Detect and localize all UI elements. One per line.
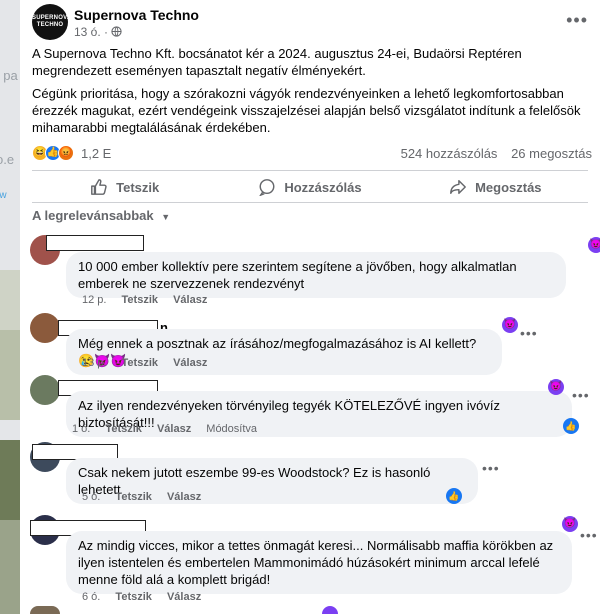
purple-devil-reaction-icon: 😈 bbox=[502, 317, 518, 333]
comment-bubble: 10 000 ember kollektív pere szerintem se… bbox=[66, 252, 566, 298]
comment-item: Az ilyen rendezvényeken törvényileg tegy… bbox=[30, 375, 590, 437]
comment-time[interactable]: 1 ó. bbox=[72, 423, 90, 435]
commenter-avatar[interactable] bbox=[30, 313, 60, 343]
background-text-fragment: o.e bbox=[0, 152, 15, 167]
background-text-fragment: ĭ pa bbox=[0, 68, 18, 83]
post-time-text: 13 ó. · bbox=[74, 25, 112, 39]
comment-meta: 5 ó. Tetszik Válasz bbox=[82, 491, 213, 503]
facebook-post: SUPERNOVA TECHNO Supernova Techno 13 ó. … bbox=[20, 0, 600, 614]
post-paragraph-2: Cégünk prioritása, hogy a szórakozni vág… bbox=[32, 86, 581, 135]
globe-icon bbox=[111, 26, 122, 37]
like-button-label: Tetszik bbox=[116, 179, 160, 195]
comment-sort-label: A legrelevánsabbak bbox=[32, 208, 154, 223]
comment-item: Csak nekem jutott eszembe 99-es Woodstoc… bbox=[30, 442, 590, 506]
comment-like-link[interactable]: Tetszik bbox=[105, 423, 141, 435]
comment-text: Az mindig vicces, mikor a tettes önmagát… bbox=[78, 538, 554, 587]
post-paragraph-1: A Supernova Techno Kft. bocsánatot kér a… bbox=[32, 46, 522, 78]
background-image bbox=[0, 440, 20, 520]
comment-like-link[interactable]: Tetszik bbox=[115, 491, 151, 503]
comment-item: n Még ennek a posztnak az írásához/megfo… bbox=[30, 313, 590, 375]
comment-sort-dropdown[interactable]: A legrelevánsabbak ▼ bbox=[32, 208, 170, 223]
post-header: SUPERNOVA TECHNO Supernova Techno 13 ó. … bbox=[32, 4, 588, 40]
reaction-summary[interactable]: 😆 👍 😡 1,2 E bbox=[32, 144, 111, 162]
like-button[interactable]: Tetszik bbox=[32, 174, 217, 200]
comments-count-link[interactable]: 524 hozzászólás bbox=[401, 146, 498, 161]
comment-bubble: Az mindig vicces, mikor a tettes önmagát… bbox=[66, 531, 572, 594]
comment-more-icon[interactable]: ••• bbox=[520, 325, 538, 341]
comment-reply-link[interactable]: Válasz bbox=[167, 591, 201, 603]
comment-like-link[interactable]: Tetszik bbox=[122, 357, 158, 369]
comment-text: 10 000 ember kollektív pere szerintem se… bbox=[78, 259, 517, 291]
comment-button-label: Hozzászólás bbox=[284, 179, 362, 195]
comment-meta: 13 p. Tetszik Válasz bbox=[82, 357, 219, 369]
background-image bbox=[0, 330, 20, 420]
post-action-bar: Tetszik Hozzászólás Megosztás bbox=[32, 174, 588, 200]
comment-reply-link[interactable]: Válasz bbox=[157, 423, 191, 435]
comment-edited-label: Módosítva bbox=[206, 423, 258, 435]
shares-count-link[interactable]: 26 megosztás bbox=[511, 146, 592, 161]
comment-item: Az mindig vicces, mikor a tettes önmagát… bbox=[30, 515, 597, 610]
comment-time[interactable]: 5 ó. bbox=[82, 491, 100, 503]
background-image bbox=[0, 520, 20, 614]
post-timestamp[interactable]: 13 ó. · bbox=[74, 25, 122, 39]
page-name-link[interactable]: Supernova Techno bbox=[74, 7, 199, 23]
share-button-label: Megosztás bbox=[475, 179, 542, 195]
purple-devil-reaction-icon: 😈 bbox=[562, 516, 578, 532]
comment-more-icon[interactable]: ••• bbox=[482, 460, 500, 476]
comment-like-link[interactable]: Tetszik bbox=[115, 591, 151, 603]
share-arrow-icon bbox=[450, 179, 466, 195]
redacted-name bbox=[46, 235, 144, 251]
comment-button[interactable]: Hozzászólás bbox=[217, 174, 402, 200]
page-avatar[interactable]: SUPERNOVA TECHNO bbox=[32, 4, 71, 40]
comment-more-icon[interactable]: ••• bbox=[580, 527, 598, 543]
commenter-avatar[interactable] bbox=[30, 606, 60, 614]
share-button[interactable]: Megosztás bbox=[403, 174, 588, 200]
background-page-strip: ĭ pa o.e -w bbox=[0, 0, 20, 614]
comment-meta: 1 ó. Tetszik Válasz Módosítva bbox=[72, 423, 269, 435]
purple-devil-reaction-icon: 😈 bbox=[588, 237, 600, 253]
comment-like-link[interactable]: Tetszik bbox=[122, 294, 158, 306]
comment-meta: 12 p. Tetszik Válasz bbox=[82, 294, 219, 306]
comment-time[interactable]: 12 p. bbox=[82, 294, 106, 306]
like-badge-icon: 👍 bbox=[563, 418, 579, 434]
comment-reply-link[interactable]: Válasz bbox=[173, 294, 207, 306]
background-text-fragment: -w bbox=[0, 190, 7, 201]
comment-meta: 6 ó. Tetszik Válasz bbox=[82, 591, 213, 603]
like-badge-icon: 👍 bbox=[446, 488, 462, 504]
commenter-avatar[interactable] bbox=[30, 375, 60, 405]
thumbs-up-icon bbox=[91, 179, 107, 195]
post-stats: 524 hozzászólás 26 megosztás bbox=[391, 146, 592, 161]
background-image bbox=[0, 270, 20, 330]
divider bbox=[32, 170, 588, 171]
comment-reply-link[interactable]: Válasz bbox=[173, 357, 207, 369]
comment-time[interactable]: 6 ó. bbox=[82, 591, 100, 603]
comment-more-icon[interactable]: ••• bbox=[572, 387, 590, 403]
angry-reaction-icon: 😡 bbox=[58, 145, 74, 161]
comment-time[interactable]: 13 p. bbox=[82, 357, 106, 369]
purple-devil-reaction-icon: 😈 bbox=[548, 379, 564, 395]
caret-down-icon: ▼ bbox=[161, 212, 171, 222]
divider bbox=[32, 202, 588, 203]
comment-reply-link[interactable]: Válasz bbox=[167, 491, 201, 503]
comment-bubble-icon bbox=[259, 179, 275, 196]
comment-item: 10 000 ember kollektív pere szerintem se… bbox=[30, 235, 600, 306]
more-horizontal-icon[interactable]: ••• bbox=[566, 10, 588, 31]
reaction-count: 1,2 E bbox=[81, 145, 112, 161]
